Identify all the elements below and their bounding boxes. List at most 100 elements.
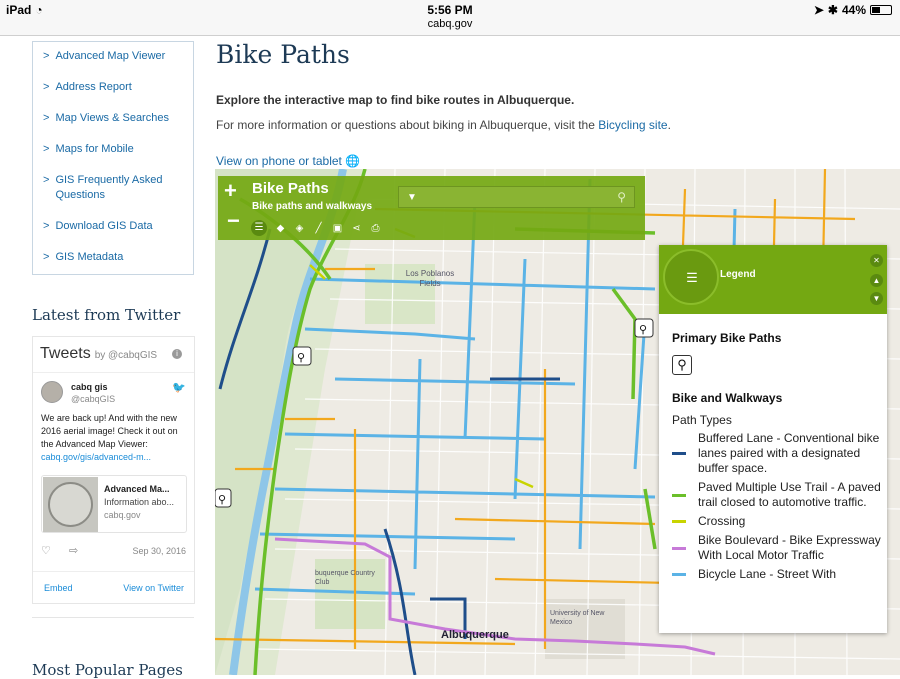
path-types-label: Path Types bbox=[672, 413, 732, 427]
sidebar-divider bbox=[32, 617, 194, 618]
twitter-timeline: Tweets by @cabqGIS i cabq gis @cabqGIS 🐦… bbox=[32, 336, 195, 604]
bluetooth-icon: ✱ bbox=[827, 3, 838, 17]
sidebar-item-gis-faq[interactable]: > GIS Frequently Asked Questions bbox=[33, 166, 193, 212]
legend-label: Paved Multiple Use Trail - A paved trail… bbox=[698, 480, 881, 509]
chevron-right-icon: > bbox=[43, 220, 50, 232]
svg-text:⚲: ⚲ bbox=[218, 493, 226, 506]
legend-swatch bbox=[672, 546, 686, 550]
sidebar-item-label: GIS Metadata bbox=[55, 251, 124, 263]
sidebar-item-maps-for-mobile[interactable]: > Maps for Mobile bbox=[33, 135, 193, 166]
chevron-right-icon: > bbox=[43, 174, 50, 186]
map-toolbar-panel: + − Bike Paths Bike paths and walkways ▼… bbox=[218, 176, 645, 240]
layers-icon[interactable]: ◈ bbox=[294, 223, 305, 234]
url-bar[interactable]: cabq.gov bbox=[0, 17, 900, 31]
svg-text:⚲: ⚲ bbox=[639, 323, 647, 336]
phone-link-label: View on phone or tablet bbox=[216, 154, 342, 168]
zoom-in-button[interactable]: + bbox=[224, 180, 237, 202]
avatar[interactable] bbox=[41, 381, 63, 403]
status-right: ➤ ✱ 44% bbox=[814, 3, 892, 17]
preview-description: Information abo... bbox=[104, 497, 175, 507]
sidebar-item-label: Maps for Mobile bbox=[55, 143, 134, 155]
intro-text: Explore the interactive map to find bike… bbox=[216, 93, 575, 107]
heart-icon[interactable]: ♡ bbox=[41, 544, 51, 557]
twitter-by[interactable]: by @cabqGIS bbox=[95, 350, 157, 361]
legend-swatch bbox=[672, 452, 686, 455]
page-title: Bike Paths bbox=[216, 40, 350, 69]
sidebar-nav: > Advanced Map Viewer > Address Report > Ma… bbox=[32, 41, 194, 275]
walkways-title: Bike and Walkways bbox=[672, 391, 783, 405]
legend-body: Primary Bike Paths ⚲ Bike and Walkways P… bbox=[672, 331, 882, 582]
legend-item-multiple-use-trail: Paved Multiple Use Trail - A paved trail… bbox=[672, 480, 882, 510]
sidebar-item-label: Address Report bbox=[55, 81, 132, 93]
embed-link[interactable]: Embed bbox=[44, 583, 73, 593]
legend-label: Buffered Lane - Conventional bike lanes … bbox=[698, 431, 880, 475]
search-icon[interactable]: ⚲ bbox=[617, 190, 626, 204]
tweet-link[interactable]: cabq.gov/gis/advanced-m... bbox=[41, 452, 151, 462]
map-title: Bike Paths bbox=[252, 180, 329, 197]
share-icon[interactable]: ⋖ bbox=[351, 223, 362, 234]
map-label-los-poblanos: Los Poblanos Fields bbox=[405, 269, 455, 288]
chevron-right-icon: > bbox=[43, 50, 50, 62]
view-on-twitter-link[interactable]: View on Twitter bbox=[123, 583, 184, 593]
legend-swatch bbox=[672, 520, 686, 523]
sidebar-item-download-gis-data[interactable]: > Download GIS Data bbox=[33, 212, 193, 243]
sidebar-item-address-report[interactable]: > Address Report bbox=[33, 73, 193, 104]
status-bar: iPad ◔ 5:56 PM cabq.gov ➤ ✱ 44% bbox=[0, 0, 900, 36]
close-icon[interactable]: ✕ bbox=[870, 254, 883, 267]
primary-paths-title: Primary Bike Paths bbox=[672, 331, 782, 345]
legend-swatch bbox=[672, 573, 686, 576]
basemap-icon[interactable]: ◆ bbox=[275, 223, 286, 234]
measure-icon[interactable]: ╱ bbox=[313, 223, 324, 234]
sidebar-item-advanced-map-viewer[interactable]: > Advanced Map Viewer bbox=[33, 42, 193, 73]
legend-item-buffered-lane: Buffered Lane - Conventional bike lanes … bbox=[672, 431, 882, 476]
tweet-body: We are back up! And with the new 2016 ae… bbox=[41, 413, 178, 449]
sidebar-item-label: GIS Frequently Asked Questions bbox=[55, 174, 163, 201]
twitter-header: Tweets by @cabqGIS bbox=[33, 337, 194, 373]
battery-percent: 44% bbox=[841, 3, 866, 17]
legend-list-icon[interactable]: ☰ bbox=[251, 220, 267, 236]
tweet-author-name[interactable]: cabq gis bbox=[71, 382, 108, 392]
view-on-phone-link[interactable]: View on phone or tablet 🌐 bbox=[216, 154, 360, 168]
sidebar-item-label: Advanced Map Viewer bbox=[55, 50, 166, 62]
bike-symbol-icon: ⚲ bbox=[672, 355, 692, 375]
map-search-input[interactable]: ▼ ⚲ bbox=[398, 186, 635, 208]
sidebar-item-label: Download GIS Data bbox=[55, 220, 153, 232]
battery-icon bbox=[870, 5, 892, 15]
print-icon[interactable]: ⎙ bbox=[370, 223, 381, 234]
zoom-out-button[interactable]: − bbox=[227, 210, 240, 232]
twitter-title: Tweets bbox=[40, 345, 91, 362]
map-canvas[interactable]: ⚲ ⚲ ⚲ Los Poblanos Fields Albuquerque Un… bbox=[215, 169, 900, 675]
list-icon: ☰ bbox=[686, 270, 698, 285]
share-icon[interactable]: ⇨ bbox=[69, 544, 78, 557]
more-info-prefix: For more information or questions about … bbox=[216, 118, 599, 132]
comment-icon[interactable]: ▣ bbox=[332, 223, 343, 234]
popular-pages-heading: Most Popular Pages bbox=[32, 661, 183, 679]
info-icon[interactable]: i bbox=[172, 349, 182, 359]
more-info-suffix: . bbox=[667, 118, 671, 132]
twitter-bird-icon[interactable]: 🐦 bbox=[172, 381, 186, 394]
svg-text:⚲: ⚲ bbox=[297, 351, 305, 364]
legend-item-bicycle-lane: Bicycle Lane - Street With bbox=[672, 567, 882, 582]
chevron-up-icon[interactable]: ▲ bbox=[870, 274, 883, 287]
tweet-link-preview[interactable]: Advanced Ma... Information abo... cabq.g… bbox=[41, 475, 187, 533]
bicycling-site-link[interactable]: Bicycling site bbox=[598, 118, 667, 132]
location-icon: ➤ bbox=[813, 3, 824, 17]
chevron-right-icon: > bbox=[43, 143, 50, 155]
tweet-author-handle[interactable]: @cabqGIS bbox=[71, 394, 115, 404]
chevron-down-icon[interactable]: ▼ bbox=[870, 292, 883, 305]
sidebar-item-gis-metadata[interactable]: > GIS Metadata bbox=[33, 243, 193, 274]
sidebar-item-map-views[interactable]: > Map Views & Searches bbox=[33, 104, 193, 135]
legend-ring: ☰ bbox=[663, 249, 719, 305]
legend-label: Crossing bbox=[698, 514, 746, 528]
chevron-right-icon: > bbox=[43, 251, 50, 263]
legend-item-crossing: Crossing bbox=[672, 514, 882, 529]
legend-header: ☰ Legend ✕ ▲ ▼ bbox=[659, 245, 887, 314]
tweet-date[interactable]: Sep 30, 2016 bbox=[132, 546, 186, 556]
search-dropdown-icon[interactable]: ▼ bbox=[407, 192, 417, 203]
map-label-university: University of New Mexico bbox=[550, 610, 605, 626]
status-center: 5:56 PM cabq.gov bbox=[0, 3, 900, 31]
globe-icon: 🌐 bbox=[345, 154, 361, 168]
map-label-albuquerque: Albuquerque bbox=[441, 629, 509, 641]
more-info-text: For more information or questions about … bbox=[216, 118, 671, 132]
chevron-right-icon: > bbox=[43, 81, 50, 93]
